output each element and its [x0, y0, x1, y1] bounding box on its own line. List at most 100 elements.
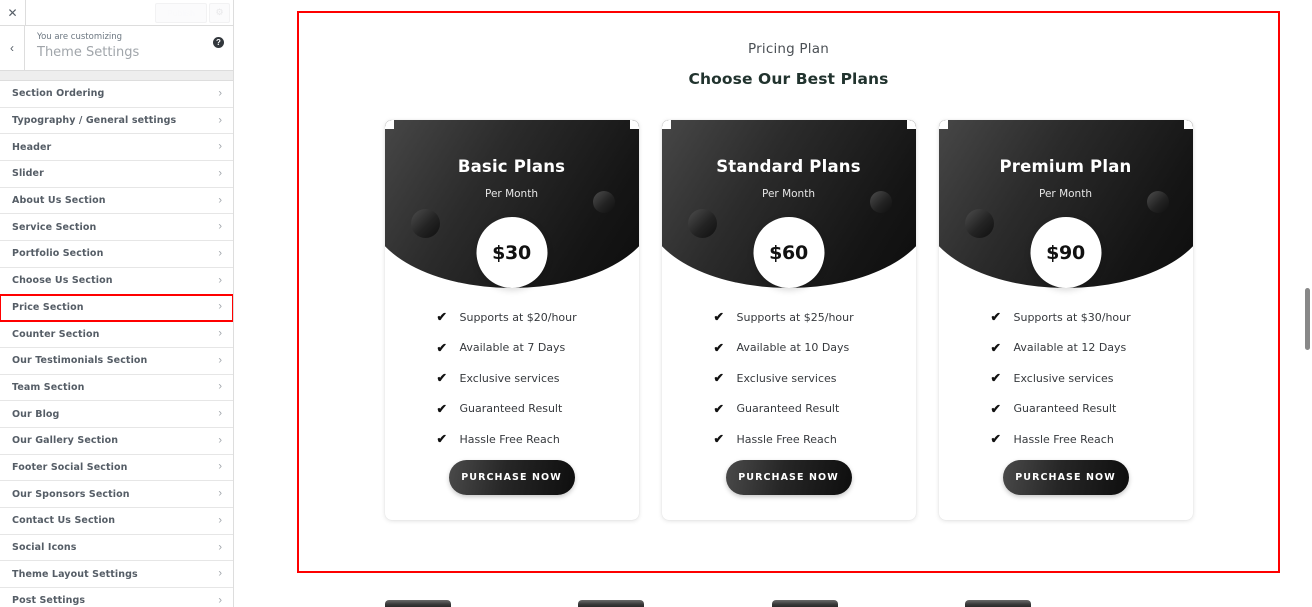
check-icon: ✔	[436, 340, 447, 355]
sidebar-item-our-sponsors-section[interactable]: Our Sponsors Section ›	[0, 481, 233, 508]
plan-price: $60	[769, 241, 808, 264]
customizer-topbar: ✕ Publish ⚙	[0, 0, 233, 26]
feature-label: Supports at $30/hour	[1013, 310, 1131, 324]
price-section-highlight: Pricing Plan Choose Our Best Plans Basic…	[297, 11, 1280, 573]
cta-wrap: PURCHASE NOW	[385, 460, 639, 495]
feature-item: ✔ Supports at $30/hour	[991, 302, 1141, 333]
feature-label: Supports at $25/hour	[736, 310, 854, 324]
scrollbar-thumb[interactable]	[1305, 288, 1310, 350]
back-arrow-icon[interactable]: ‹	[0, 26, 25, 70]
check-icon: ✔	[713, 401, 724, 416]
sidebar-item-footer-social-section[interactable]: Footer Social Section ›	[0, 454, 233, 482]
feature-label: Guaranteed Result	[736, 402, 840, 416]
chevron-right-icon: ›	[218, 514, 222, 527]
pricing-card: Basic Plans Per Month $30 ✔ Supports at $20/…	[384, 120, 639, 520]
theme-customizer-sidebar: ✕ Publish ⚙ ‹ You are customizing Theme …	[0, 0, 234, 607]
decorative-dot-left	[687, 209, 717, 238]
price-badge: $30	[476, 217, 547, 288]
feature-list: ✔ Supports at $25/hour ✔ Available at 10 Da…	[662, 302, 916, 455]
feature-item: ✔ Hassle Free Reach	[991, 424, 1141, 455]
sidebar-item-social-icons[interactable]: Social Icons ›	[0, 534, 233, 562]
check-icon: ✔	[436, 432, 447, 446]
pricing-card: Standard Plans Per Month $60 ✔ Supports at $…	[661, 120, 916, 520]
close-icon[interactable]: ✕	[0, 0, 26, 25]
sidebar-item-price-section[interactable]: Price Section ›	[0, 293, 233, 323]
chevron-right-icon: ›	[218, 247, 222, 260]
sidebar-item-label: Header	[12, 141, 52, 153]
sidebar-item-service-section[interactable]: Service Section ›	[0, 214, 233, 242]
section-eyebrow: Pricing Plan	[748, 41, 829, 57]
feature-label: Guaranteed Result	[459, 402, 563, 416]
purchase-now-button[interactable]: PURCHASE NOW	[1002, 460, 1129, 495]
sidebar-item-choose-us-section[interactable]: Choose Us Section ›	[0, 267, 233, 295]
plan-price: $90	[1046, 241, 1085, 264]
customizing-eyebrow: You are customizing	[37, 32, 123, 42]
sidebar-item-our-blog[interactable]: Our Blog ›	[0, 401, 233, 428]
feature-item: ✔ Available at 10 Days	[714, 333, 864, 364]
sidebar-item-team-section[interactable]: Team Section ›	[0, 374, 233, 402]
price-badge: $90	[1030, 217, 1101, 288]
gear-icon[interactable]: ⚙	[209, 2, 230, 23]
plan-price: $30	[492, 241, 531, 264]
feature-item: ✔ Supports at $25/hour	[714, 302, 864, 333]
sidebar-item-label: Slider	[12, 168, 44, 180]
plan-name: Basic Plans	[457, 157, 566, 176]
sidebar-item-counter-section[interactable]: Counter Section ›	[0, 321, 233, 348]
check-icon: ✔	[990, 340, 1001, 355]
feature-item: ✔ Hassle Free Reach	[437, 424, 587, 455]
purchase-now-button[interactable]: PURCHASE NOW	[725, 460, 852, 495]
check-icon: ✔	[436, 310, 447, 324]
feature-item: ✔ Guaranteed Result	[437, 394, 587, 425]
sidebar-item-contact-us-section[interactable]: Contact Us Section ›	[0, 508, 233, 535]
app-screen: ✕ Publish ⚙ ‹ You are customizing Theme …	[0, 0, 1312, 607]
sidebar-item-label: Our Blog	[12, 408, 60, 420]
sidebar-item-slider[interactable]: Slider ›	[0, 161, 233, 188]
sidebar-item-label: Post Settings	[12, 595, 86, 607]
decorative-dot-left	[964, 209, 994, 238]
feature-label: Supports at $20/hour	[459, 310, 577, 324]
publish-button[interactable]: Publish	[155, 2, 207, 23]
feature-item: ✔ Exclusive services	[714, 363, 864, 394]
sidebar-item-portfolio-section[interactable]: Portfolio Section ›	[0, 241, 233, 268]
sidebar-item-section-ordering[interactable]: Section Ordering ›	[0, 81, 233, 108]
sidebar-item-our-gallery-section[interactable]: Our Gallery Section ›	[0, 427, 233, 455]
chevron-right-icon: ›	[218, 327, 222, 340]
feature-item: ✔ Exclusive services	[437, 363, 587, 394]
plan-name: Premium Plan	[999, 157, 1132, 176]
sidebar-item-label: Our Gallery Section	[12, 435, 119, 447]
check-icon: ✔	[713, 340, 724, 355]
sidebar-item-about-us-section[interactable]: About Us Section ›	[0, 187, 233, 215]
sidebar-item-label: Our Testimonials Section	[12, 355, 148, 367]
chevron-right-icon: ›	[218, 541, 222, 554]
feature-item: ✔ Available at 7 Days	[437, 333, 587, 364]
price-badge: $60	[753, 217, 824, 288]
sidebar-item-label: Choose Us Section	[12, 275, 113, 287]
sidebar-item-label: Counter Section	[12, 328, 100, 340]
decorative-dot-right	[592, 191, 615, 213]
sidebar-item-label: Team Section	[12, 381, 85, 393]
cta-wrap: PURCHASE NOW	[662, 460, 916, 495]
help-icon[interactable]: ?	[213, 37, 224, 48]
chevron-right-icon: ›	[218, 460, 222, 473]
check-icon: ✔	[990, 432, 1001, 446]
sidebar-item-typography-general-settings[interactable]: Typography / General settings ›	[0, 107, 233, 135]
feature-list: ✔ Supports at $20/hour ✔ Available at 7 Day…	[385, 302, 639, 455]
chevron-right-icon: ›	[218, 194, 222, 207]
sidebar-item-post-settings[interactable]: Post Settings ›	[0, 588, 233, 607]
plan-name: Standard Plans	[716, 157, 861, 176]
purchase-now-button[interactable]: PURCHASE NOW	[448, 460, 575, 495]
check-icon: ✔	[713, 310, 724, 324]
preview-scrollbar[interactable]	[1303, 0, 1312, 607]
check-icon: ✔	[990, 310, 1001, 324]
next-section-card-peek	[965, 600, 1031, 607]
chevron-right-icon: ›	[218, 407, 222, 420]
feature-label: Exclusive services	[459, 371, 560, 385]
sidebar-item-our-testimonials-section[interactable]: Our Testimonials Section ›	[0, 347, 233, 375]
site-preview-pane: Pricing Plan Choose Our Best Plans Basic…	[235, 0, 1312, 607]
sidebar-item-theme-layout-settings[interactable]: Theme Layout Settings ›	[0, 561, 233, 589]
chevron-right-icon: ›	[218, 140, 222, 153]
sidebar-item-label: Typography / General settings	[12, 115, 177, 127]
feature-label: Guaranteed Result	[1013, 402, 1117, 416]
sidebar-item-header[interactable]: Header ›	[0, 134, 233, 162]
check-icon: ✔	[713, 432, 724, 446]
